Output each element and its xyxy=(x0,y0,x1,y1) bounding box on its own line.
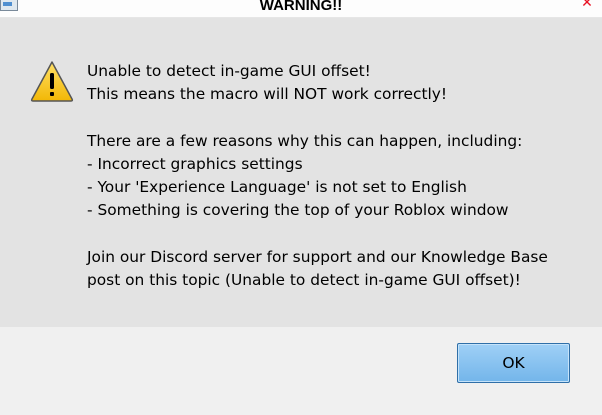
message-line: There are a few reasons why this can hap… xyxy=(87,131,523,150)
message-spacer xyxy=(87,106,587,129)
message-line: This means the macro will NOT work corre… xyxy=(87,85,448,104)
window-title: WARNING!! xyxy=(259,0,343,14)
message-line: - Incorrect graphics settings xyxy=(87,154,303,173)
message-spacer xyxy=(87,222,587,245)
warning-message: Unable to detect in-game GUI offset! This… xyxy=(87,60,587,292)
message-line: - Your 'Experience Language' is not set … xyxy=(87,177,467,196)
close-button[interactable]: ✕ xyxy=(578,0,596,10)
ok-button[interactable]: OK xyxy=(457,343,570,383)
warning-icon xyxy=(30,61,74,102)
message-line: Unable to detect in-game GUI offset! xyxy=(87,62,371,80)
title-bar: WARNING!! ✕ xyxy=(0,0,602,18)
message-line: post on this topic (Unable to detect in-… xyxy=(87,270,521,289)
message-line: Join our Discord server for support and … xyxy=(87,247,548,266)
message-line: - Something is covering the top of your … xyxy=(87,201,509,220)
